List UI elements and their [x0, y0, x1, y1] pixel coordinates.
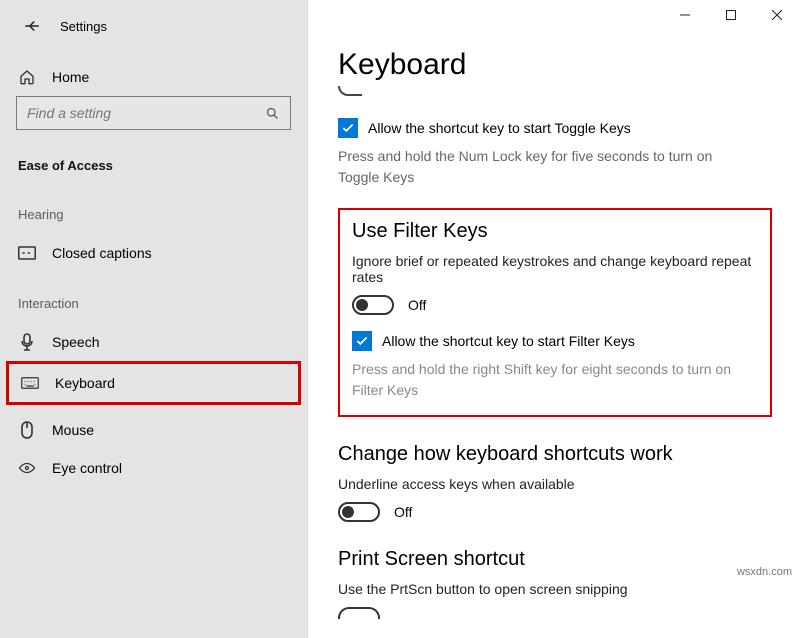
app-title: Settings — [60, 19, 107, 34]
underline-toggle[interactable] — [338, 502, 380, 522]
sidebar-item-label: Eye control — [52, 460, 122, 476]
toggle-keys-checkbox-row[interactable]: Allow the shortcut key to start Toggle K… — [338, 118, 772, 138]
back-arrow-icon — [23, 17, 41, 35]
captions-icon — [18, 244, 36, 262]
sidebar-item-speech[interactable]: Speech — [0, 323, 307, 361]
group-interaction: Interaction — [0, 272, 307, 323]
checkbox-checked-icon[interactable] — [338, 118, 358, 138]
group-hearing: Hearing — [0, 183, 307, 234]
settings-sidebar: Settings Home Ease of Access Hearing Clo… — [0, 0, 308, 638]
search-box[interactable] — [16, 96, 291, 130]
minimize-icon — [680, 10, 690, 20]
toggle-keys-help: Press and hold the Num Lock key for five… — [338, 146, 748, 188]
close-button[interactable] — [754, 0, 800, 30]
filter-keys-help: Press and hold the right Shift key for e… — [352, 359, 758, 401]
main-content: Keyboard Allow the shortcut key to start… — [308, 0, 800, 638]
filter-keys-checkbox-row[interactable]: Allow the shortcut key to start Filter K… — [352, 331, 758, 351]
filter-toggle-state: Off — [408, 297, 426, 313]
minimize-button[interactable] — [662, 0, 708, 30]
mouse-icon — [18, 421, 36, 439]
sidebar-item-closed-captions[interactable]: Closed captions — [0, 234, 307, 272]
filter-keys-heading: Use Filter Keys — [352, 220, 758, 243]
sidebar-item-mouse[interactable]: Mouse — [0, 411, 307, 449]
sidebar-item-keyboard[interactable]: Keyboard — [19, 370, 288, 396]
close-icon — [772, 10, 782, 20]
sidebar-item-label: Home — [52, 69, 89, 85]
watermark: wsxdn.com — [737, 566, 792, 578]
checkbox-checked-icon[interactable] — [352, 331, 372, 351]
shortcuts-heading: Change how keyboard shortcuts work — [338, 443, 772, 466]
search-input[interactable] — [27, 105, 265, 121]
sidebar-item-eye-control[interactable]: Eye control — [0, 449, 307, 487]
toggle-keys-check-label: Allow the shortcut key to start Toggle K… — [368, 120, 631, 136]
maximize-button[interactable] — [708, 0, 754, 30]
sidebar-item-label: Mouse — [52, 422, 94, 438]
section-label: Ease of Access — [0, 142, 307, 183]
print-screen-toggle[interactable] — [338, 607, 380, 619]
toggle-knob — [356, 299, 368, 311]
decorative-curve — [338, 86, 362, 96]
window-controls — [662, 0, 800, 30]
print-screen-heading: Print Screen shortcut — [338, 548, 772, 571]
sidebar-item-label: Speech — [52, 334, 99, 350]
toggle-knob — [342, 506, 354, 518]
filter-keys-highlight: Use Filter Keys Ignore brief or repeated… — [338, 208, 772, 417]
underline-toggle-state: Off — [394, 504, 412, 520]
underline-desc: Underline access keys when available — [338, 476, 772, 492]
keyboard-icon — [21, 374, 39, 392]
page-title: Keyboard — [338, 48, 772, 82]
back-button[interactable] — [18, 12, 46, 40]
filter-keys-toggle[interactable] — [352, 295, 394, 315]
sidebar-item-keyboard-highlight: Keyboard — [6, 361, 301, 405]
eye-icon — [18, 459, 36, 477]
home-icon — [18, 68, 36, 86]
filter-keys-check-label: Allow the shortcut key to start Filter K… — [382, 333, 635, 349]
sidebar-item-label: Closed captions — [52, 245, 152, 261]
microphone-icon — [18, 333, 36, 351]
filter-keys-desc: Ignore brief or repeated keystrokes and … — [352, 253, 758, 285]
maximize-icon — [726, 10, 736, 20]
search-icon — [265, 106, 280, 121]
print-screen-desc: Use the PrtScn button to open screen sni… — [338, 581, 772, 597]
sidebar-item-label: Keyboard — [55, 375, 115, 391]
sidebar-item-home[interactable]: Home — [0, 58, 307, 96]
